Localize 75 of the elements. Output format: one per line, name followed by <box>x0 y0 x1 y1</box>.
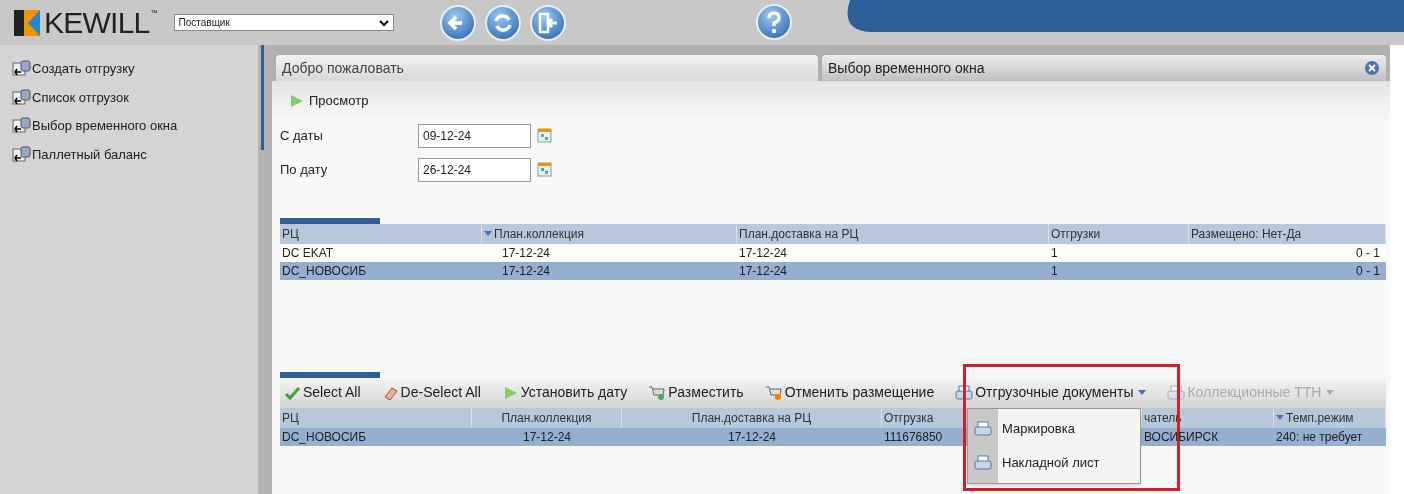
sort-arrow-icon <box>1276 415 1284 420</box>
column-header[interactable]: Отгрузки <box>1049 223 1189 244</box>
sidebar-item[interactable]: Паллетный баланс <box>12 144 258 164</box>
close-icon <box>1364 60 1380 76</box>
date-field[interactable]: 26-12-24 <box>418 157 531 182</box>
printer-icon <box>1167 384 1186 401</box>
sidebar-item[interactable]: Выбор временного окна <box>12 116 258 136</box>
field-label: С даты <box>280 126 324 145</box>
table-cell-text: 17-12-24 <box>502 262 551 280</box>
sidebar-item[interactable]: Список отгрузок <box>12 87 258 107</box>
table-cell-text: 17-12-24 <box>502 244 551 262</box>
column-header[interactable]: РЦ <box>280 407 472 428</box>
check-icon <box>284 384 301 401</box>
document-icon <box>12 88 31 106</box>
logo-mark-icon <box>14 9 40 36</box>
column-header[interactable]: Темп.режим <box>1274 407 1386 428</box>
splitter-handle[interactable] <box>280 217 380 224</box>
play-icon <box>288 92 305 109</box>
table-cell-text: DC_НОВОСИБ <box>282 428 367 446</box>
sort-arrow-icon <box>484 231 492 236</box>
toolbar-button[interactable]: Отменить размещение <box>764 382 935 403</box>
document-icon <box>12 60 31 78</box>
table-cell-text: 0 - 1 <box>1356 262 1380 280</box>
table-cell-text: DC EKAT <box>282 244 334 262</box>
splitter-bar[interactable] <box>258 45 272 494</box>
field-label: По дату <box>280 160 329 179</box>
column-header[interactable]: РЦ <box>280 223 482 244</box>
cart-icon <box>648 384 667 401</box>
column-header[interactable]: План.коллекция <box>482 223 737 244</box>
calendar-icon <box>537 128 552 143</box>
tab[interactable]: Выбор временного окна <box>822 55 1386 81</box>
table-cell-text: 1 <box>1051 262 1058 280</box>
date-field[interactable]: 09-12-24 <box>418 123 531 148</box>
printer-icon <box>955 384 974 401</box>
refresh-button[interactable] <box>484 4 521 41</box>
cart-icon <box>764 384 783 401</box>
toolbar-button[interactable]: Разместить <box>648 382 744 403</box>
menu-item[interactable]: Накладной лист <box>968 446 1140 480</box>
document-icon <box>12 145 31 163</box>
view-button[interactable]: Просмотр <box>288 91 369 111</box>
toolbar-button[interactable]: Установить дату <box>501 382 628 403</box>
column-header[interactable]: План.коллекция <box>472 407 622 428</box>
table-cell-text: 111676850 <box>884 428 943 446</box>
printer-icon <box>974 421 992 437</box>
table-cell-text: 17-12-24 <box>739 262 788 280</box>
table-cell-text: 0 - 1 <box>1356 244 1380 262</box>
table-cell-text: 17-12-24 <box>739 244 788 262</box>
logo-text: KEWILL <box>44 7 150 38</box>
calendar-icon <box>537 162 552 177</box>
table-cell-text: 240: не требует <box>1276 428 1363 446</box>
splitter-handle[interactable] <box>280 371 380 378</box>
table-cell-text: DC_НОВОСИБ <box>282 262 367 280</box>
toolbar-button[interactable]: Отгрузочные документы <box>955 382 1147 403</box>
printer-icon <box>974 455 992 471</box>
document-icon <box>12 117 31 135</box>
chevron-down-icon <box>378 18 389 27</box>
caret-icon <box>1326 390 1335 395</box>
sidebar-item[interactable]: Создать отгрузку <box>12 59 258 79</box>
column-header[interactable]: Размещено: Нет-Да <box>1189 223 1386 244</box>
toolbar-button[interactable]: Select All <box>284 382 361 403</box>
column-header[interactable]: План.доставка на РЦ <box>622 407 882 428</box>
caret-icon <box>1138 390 1147 395</box>
toolbar-button[interactable]: De-Select All <box>381 382 481 403</box>
tab[interactable]: Добро пожаловать <box>276 55 818 81</box>
role-select[interactable]: Поставщик <box>173 14 394 31</box>
table-cell-text: 1 <box>1051 244 1058 262</box>
column-header[interactable]: План.доставка на РЦ <box>737 223 1049 244</box>
help-icon <box>767 11 781 33</box>
help-button[interactable] <box>756 4 792 40</box>
exit-button[interactable] <box>529 4 566 41</box>
back-button[interactable] <box>439 4 476 41</box>
exit-icon <box>536 11 559 34</box>
table-cell-text: 17-12-24 <box>727 428 776 446</box>
refresh-icon <box>491 11 514 34</box>
table-cell-text: 17-12-24 <box>522 428 571 446</box>
